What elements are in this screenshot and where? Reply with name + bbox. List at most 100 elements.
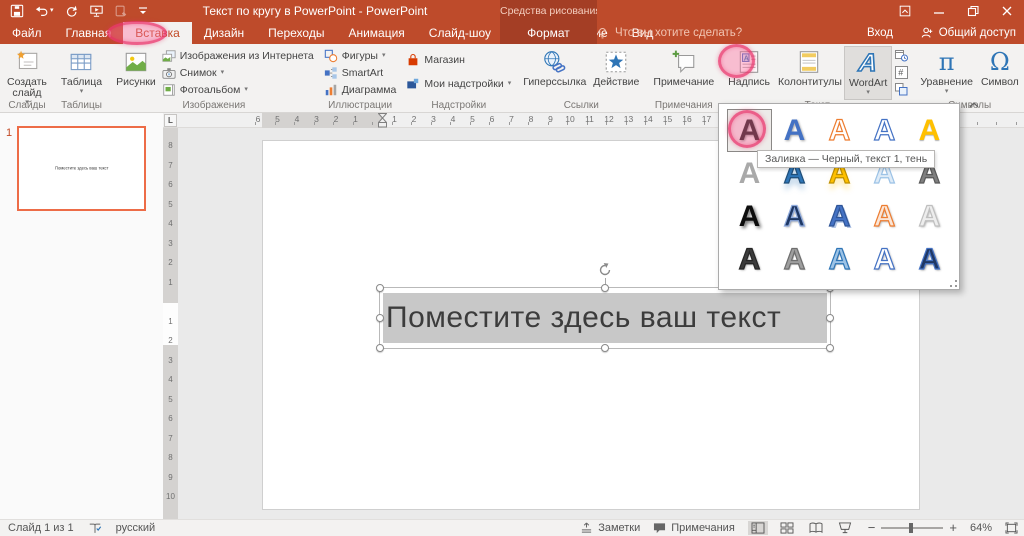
tab-format[interactable]: Формат xyxy=(500,22,597,44)
undo-icon[interactable]: ▾ xyxy=(34,4,54,18)
wordart-style-11[interactable]: A xyxy=(727,195,772,238)
new-comment-button[interactable]: Примечание xyxy=(649,46,718,90)
my-addins-button[interactable]: Мои надстройки ▾ xyxy=(404,76,513,92)
selected-text-box[interactable]: Поместите здесь ваш текст xyxy=(376,263,834,352)
spell-check-icon[interactable] xyxy=(88,522,102,535)
ruler-number: 8 xyxy=(168,453,173,462)
pictures-button[interactable]: Рисунки xyxy=(112,46,160,90)
slide-thumbnail[interactable]: Поместите здесь ваш текст xyxy=(17,126,146,211)
group-label-links: Ссылки xyxy=(563,100,599,111)
tell-me-search[interactable]: Что вы хотите сделать? xyxy=(596,22,742,44)
tab-1[interactable]: Главная xyxy=(54,22,124,44)
share-button[interactable]: Общий доступ xyxy=(920,22,1016,44)
resize-handle-nw[interactable] xyxy=(376,284,384,292)
zoom-out-button[interactable]: − xyxy=(868,521,876,534)
rotate-handle[interactable] xyxy=(597,262,613,278)
wordart-style-1[interactable]: A xyxy=(727,109,772,152)
chart-icon xyxy=(324,83,338,97)
zoom-level[interactable]: 64% xyxy=(970,522,992,534)
resize-handle-se[interactable] xyxy=(826,344,834,352)
object-icon[interactable] xyxy=(893,82,909,97)
wordart-style-14[interactable]: A xyxy=(862,195,907,238)
tab-0[interactable]: Файл xyxy=(0,22,54,44)
wordart-style-19[interactable]: A xyxy=(862,238,907,281)
wordart-style-5[interactable]: A xyxy=(907,109,952,152)
window-title: Текст по кругу в PowerPoint - PowerPoint xyxy=(202,4,428,18)
zoom-control: − + xyxy=(868,521,957,534)
slide-thumbnails-pane: 1 Поместите здесь ваш текст xyxy=(0,113,163,519)
restore-icon[interactable] xyxy=(956,0,990,22)
tab-4[interactable]: Переходы xyxy=(256,22,336,44)
images-small-buttons: Изображения из Интернета Снимок ▾ Фотоал… xyxy=(160,46,316,98)
slideshow-icon[interactable] xyxy=(835,521,855,535)
close-icon[interactable] xyxy=(990,0,1024,22)
new-slide-icon xyxy=(14,48,40,76)
screenshot-button[interactable]: Снимок ▾ xyxy=(160,65,316,81)
wordart-style-16[interactable]: A xyxy=(727,238,772,281)
tab-3[interactable]: Дизайн xyxy=(192,22,256,44)
wordart-style-17[interactable]: A xyxy=(772,238,817,281)
date-time-icon[interactable] xyxy=(893,48,909,63)
ruler-number: 6 xyxy=(168,180,173,189)
resize-handle-n[interactable] xyxy=(601,284,609,292)
reading-view-icon[interactable] xyxy=(806,521,826,535)
wordart-style-13[interactable]: A xyxy=(817,195,862,238)
ribbon-display-options-icon[interactable] xyxy=(888,0,922,22)
save-icon[interactable] xyxy=(10,4,24,18)
group-label-tables: Таблицы xyxy=(61,100,102,111)
wordart-style-18[interactable]: A xyxy=(817,238,862,281)
indent-marker[interactable] xyxy=(378,113,387,128)
action-button[interactable]: Действие xyxy=(589,46,643,90)
slide-number-icon[interactable]: # xyxy=(893,65,909,80)
touch-mode-icon[interactable] xyxy=(114,4,128,18)
tab-2[interactable]: Вставка xyxy=(123,22,192,44)
ruler-number: 4 xyxy=(168,375,173,384)
hyperlink-button[interactable]: Гиперссылка xyxy=(519,46,589,90)
dropdown-arrow-icon: ▾ xyxy=(244,86,248,93)
resize-handle-sw[interactable] xyxy=(376,344,384,352)
sign-in-button[interactable]: Вход xyxy=(867,22,893,44)
resize-handle-s[interactable] xyxy=(601,344,609,352)
smartart-button[interactable]: SmartArt xyxy=(322,65,399,81)
equation-button[interactable]: π Уравнение ▾ xyxy=(916,46,977,98)
redo-icon[interactable] xyxy=(64,4,79,18)
notes-toggle[interactable]: Заметки xyxy=(580,522,640,534)
photo-album-button[interactable]: Фотоальбом ▾ xyxy=(160,82,316,98)
wordart-style-20[interactable]: A xyxy=(907,238,952,281)
normal-view-icon[interactable] xyxy=(747,521,768,535)
tab-6[interactable]: Слайд-шоу xyxy=(417,22,503,44)
collapse-ribbon-icon[interactable] xyxy=(968,100,980,110)
language-indicator[interactable]: русский xyxy=(116,522,155,534)
minimize-icon[interactable] xyxy=(922,0,956,22)
fit-slide-icon[interactable] xyxy=(1005,522,1018,534)
text-box-button[interactable]: A Надпись xyxy=(724,46,774,90)
wordart-style-12[interactable]: A xyxy=(772,195,817,238)
shapes-button[interactable]: Фигуры ▾ xyxy=(322,48,399,64)
resize-grip-icon[interactable] xyxy=(950,280,957,287)
tab-selector-box[interactable]: L xyxy=(164,114,177,127)
zoom-slider-thumb[interactable] xyxy=(909,523,914,533)
wordart-style-3[interactable]: A xyxy=(817,109,862,152)
comments-icon xyxy=(653,522,666,534)
ruler-number: 4 xyxy=(294,114,300,124)
comments-toggle[interactable]: Примечания xyxy=(653,522,735,534)
start-slideshow-icon[interactable] xyxy=(89,4,104,18)
table-button[interactable]: Таблица ▾ xyxy=(57,46,106,98)
zoom-slider[interactable] xyxy=(881,523,944,533)
tab-5[interactable]: Анимация xyxy=(336,22,416,44)
store-button[interactable]: Магазин xyxy=(404,52,513,68)
slide-placeholder-text: Поместите здесь ваш текст xyxy=(386,301,782,334)
ruler-minor-tick xyxy=(1015,122,1017,125)
chart-button[interactable]: Диаграмма xyxy=(322,82,399,98)
resize-handle-e[interactable] xyxy=(826,314,834,322)
online-pictures-button[interactable]: Изображения из Интернета xyxy=(160,48,316,64)
wordart-style-4[interactable]: A xyxy=(862,109,907,152)
symbol-button[interactable]: Ω Символ xyxy=(977,46,1023,90)
zoom-in-button[interactable]: + xyxy=(949,521,957,534)
resize-handle-w[interactable] xyxy=(376,314,384,322)
wordart-button[interactable]: A WordArt ▾ xyxy=(844,46,893,100)
wordart-style-15[interactable]: A xyxy=(907,195,952,238)
slide-sorter-icon[interactable] xyxy=(777,521,797,535)
wordart-style-2[interactable]: A xyxy=(772,109,817,152)
header-footer-button[interactable]: Колонтитулы xyxy=(774,46,844,90)
